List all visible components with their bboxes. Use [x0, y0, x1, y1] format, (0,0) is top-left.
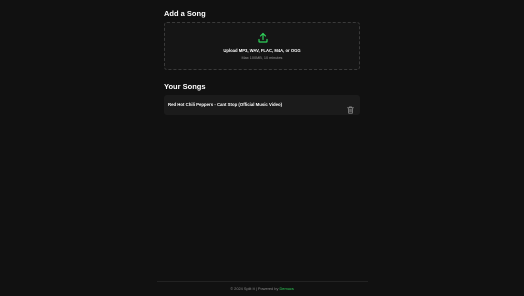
song-title: Red Hot Chili Peppers - Cant Stop (Offic…	[168, 102, 283, 107]
your-songs-heading: Your Songs	[164, 82, 206, 91]
song-list-item[interactable]: Red Hot Chili Peppers - Cant Stop (Offic…	[164, 95, 360, 115]
trash-icon[interactable]	[347, 101, 354, 114]
upload-limits: Max 100MB, 10 minutes	[241, 56, 283, 60]
footer-divider	[157, 281, 368, 282]
footer: © 2024 Split It | Powered by Demucs	[0, 286, 524, 291]
upload-dropzone[interactable]: Upload MP3, WAV, FLAC, M4A, or OGG Max 1…	[164, 22, 360, 70]
footer-copyright: © 2024 Split It | Powered by	[230, 286, 280, 291]
upload-icon	[257, 31, 269, 43]
upload-instructions: Upload MP3, WAV, FLAC, M4A, or OGG	[223, 48, 301, 53]
add-song-heading: Add a Song	[164, 9, 206, 18]
app-page: Add a Song Upload MP3, WAV, FLAC, M4A, o…	[0, 0, 524, 296]
powered-by-link[interactable]: Demucs	[280, 286, 294, 291]
